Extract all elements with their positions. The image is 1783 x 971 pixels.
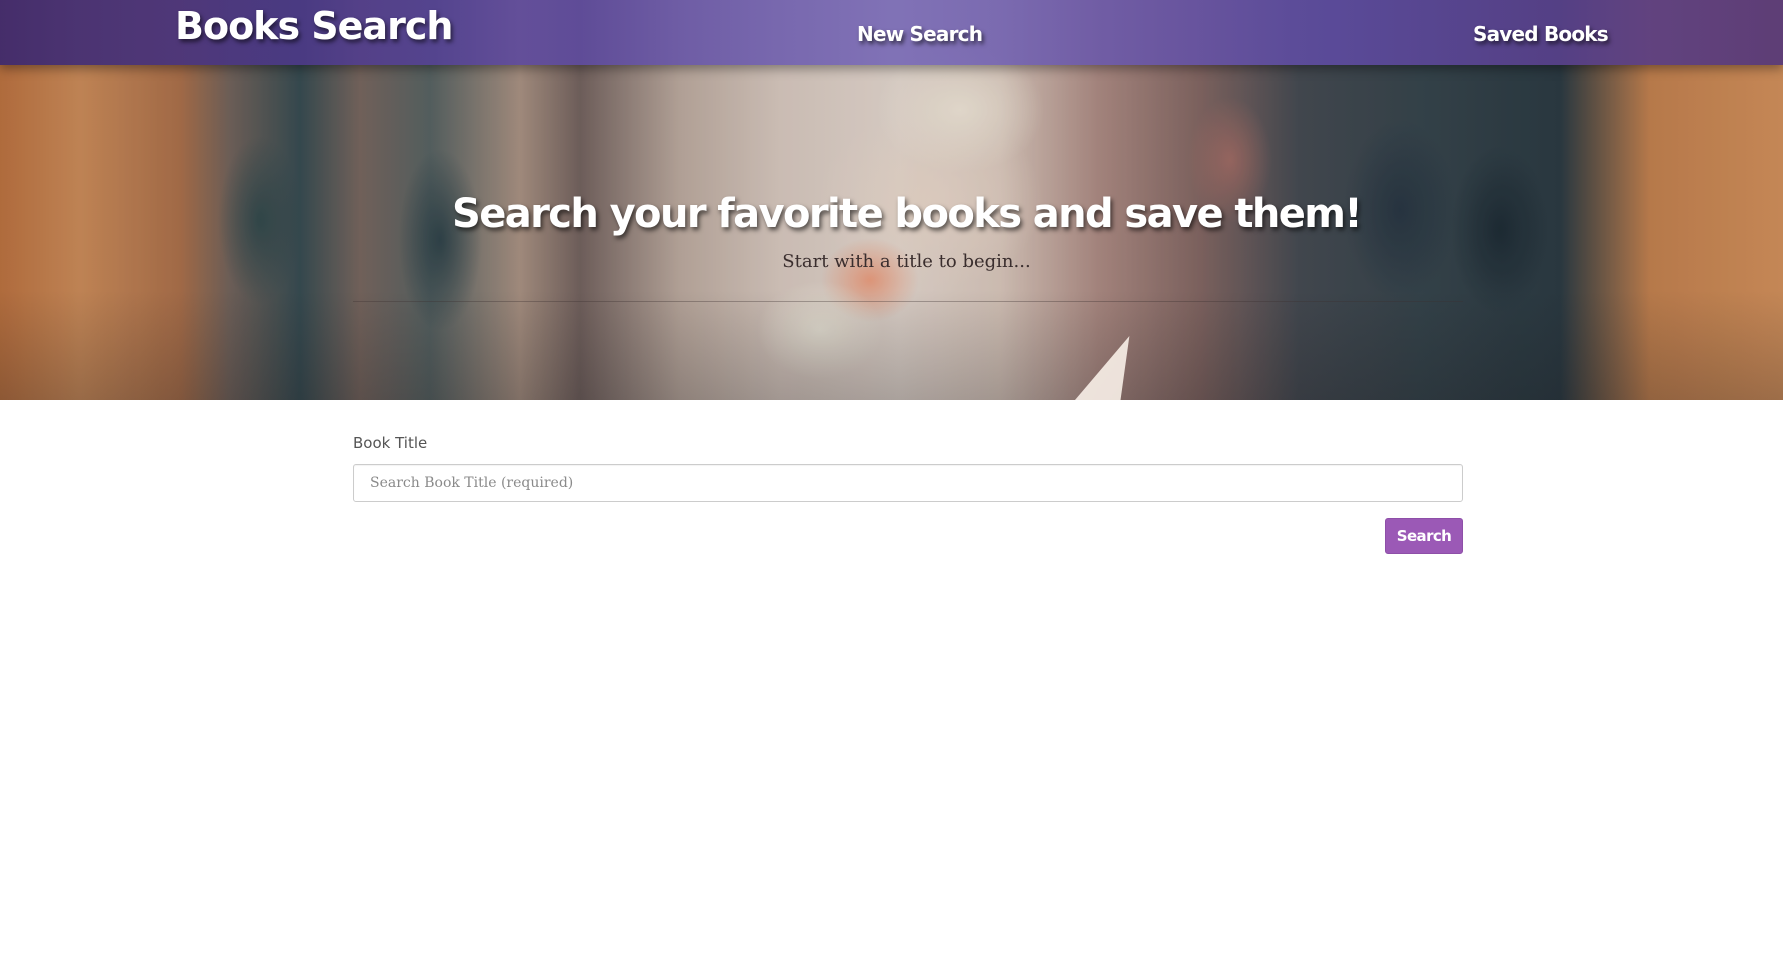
book-title-input[interactable] [353,464,1463,502]
search-button[interactable]: Search [1385,518,1463,554]
hero-subtitle: Start with a title to begin... [782,251,1031,272]
hero-divider [353,301,1463,302]
book-title-label: Book Title [353,434,428,452]
brand-title[interactable]: Books Search [175,2,453,50]
nav-link-saved-books[interactable]: Saved Books [1473,20,1609,48]
hero-title: Search your favorite books and save them… [452,191,1363,237]
navbar: Books Search New Search Saved Books [0,0,1783,65]
search-form: Book Title Search [353,430,1463,554]
page: Search your favorite books and save them… [0,0,1783,971]
nav-link-new-search[interactable]: New Search [857,20,983,48]
hero-shade [0,290,1783,400]
